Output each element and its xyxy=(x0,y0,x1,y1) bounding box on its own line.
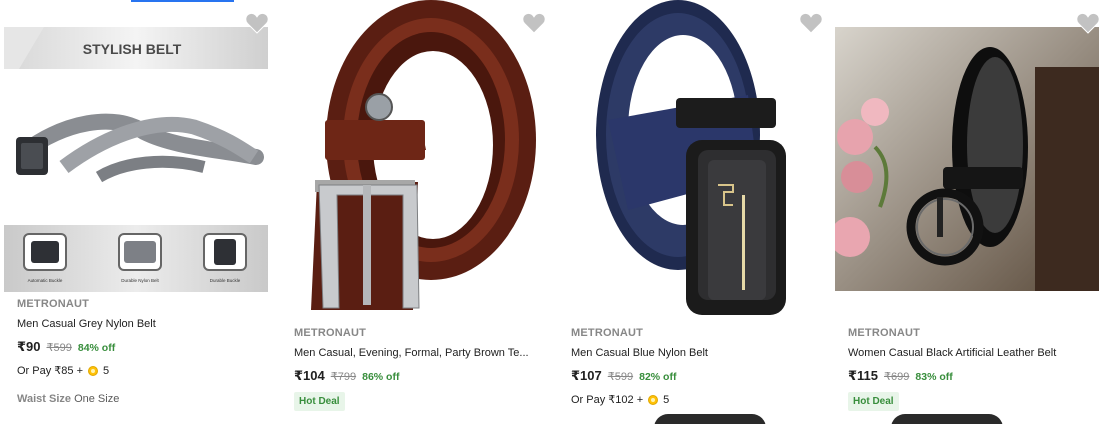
wishlist-heart-icon[interactable] xyxy=(1076,12,1100,34)
product-title[interactable]: Men Casual Blue Nylon Belt xyxy=(571,347,816,359)
product-title[interactable]: Women Casual Black Artificial Leather Be… xyxy=(848,347,1093,359)
product-info: METRONAUT Women Casual Black Artificial … xyxy=(848,327,1098,411)
product-card[interactable]: METRONAUT Men Casual Blue Nylon Belt ₹10… xyxy=(554,0,831,424)
product-price: ₹104 xyxy=(294,368,325,383)
product-brand: METRONAUT xyxy=(294,327,367,339)
product-title[interactable]: Men Casual Grey Nylon Belt xyxy=(17,318,262,330)
product-mrp: ₹699 xyxy=(884,371,910,383)
feature-label: Durable Nylon Belt xyxy=(121,278,159,283)
product-image[interactable] xyxy=(558,0,822,318)
supercoin-offer: Or Pay ₹85 + 5 xyxy=(17,364,267,378)
price-row: ₹104 ₹799 86% off xyxy=(294,368,544,384)
discount-label: 86% off xyxy=(362,371,400,383)
size-row: Waist Size One Size xyxy=(17,393,267,405)
product-card[interactable]: METRONAUT Women Casual Black Artificial … xyxy=(831,0,1102,424)
wishlist-heart-icon[interactable] xyxy=(245,12,269,34)
product-card[interactable]: STYLISH BELT Automatic Buckle Durable Ny… xyxy=(0,0,277,424)
supercoin-icon xyxy=(648,394,659,405)
product-image[interactable] xyxy=(835,27,1099,291)
product-brand: METRONAUT xyxy=(848,327,921,339)
wishlist-heart-icon[interactable] xyxy=(799,12,823,34)
feature-label: Automatic Buckle xyxy=(28,278,63,283)
hot-deal-badge: Hot Deal xyxy=(294,392,345,411)
product-mrp: ₹799 xyxy=(330,371,357,383)
size-value: One Size xyxy=(74,393,120,405)
product-info: METRONAUT Men Casual Grey Nylon Belt ₹90… xyxy=(17,298,267,405)
supercoin-offer: Or Pay ₹102 + 5 xyxy=(571,393,821,407)
feature-label: Durable Buckle xyxy=(210,278,241,283)
coin-count: 5 xyxy=(663,393,670,406)
product-info: METRONAUT Men Casual Blue Nylon Belt ₹10… xyxy=(571,327,821,406)
product-info: METRONAUT Men Casual, Evening, Formal, P… xyxy=(294,327,544,411)
discount-label: 82% off xyxy=(639,371,677,383)
banner-text: STYLISH BELT xyxy=(83,41,182,57)
or-pay-text: Or Pay ₹102 + xyxy=(571,394,644,406)
product-mrp: ₹599 xyxy=(46,342,72,354)
product-brand: METRONAUT xyxy=(17,298,90,310)
discount-label: 83% off xyxy=(915,371,953,383)
price-row: ₹107 ₹599 82% off xyxy=(571,368,821,384)
next-row-product-image xyxy=(654,414,766,424)
price-row: ₹115 ₹699 83% off xyxy=(848,368,1098,384)
product-mrp: ₹599 xyxy=(607,371,634,383)
product-price: ₹90 xyxy=(17,339,41,354)
discount-label: 84% off xyxy=(77,342,116,354)
next-row-product-image xyxy=(891,414,1003,424)
or-pay-text: Or Pay ₹85 + xyxy=(17,365,83,377)
product-brand: METRONAUT xyxy=(571,327,644,339)
product-price: ₹115 xyxy=(848,368,879,383)
supercoin-icon xyxy=(88,365,98,376)
product-card[interactable]: METRONAUT Men Casual, Evening, Formal, P… xyxy=(277,0,554,424)
product-image[interactable]: STYLISH BELT Automatic Buckle Durable Ny… xyxy=(4,27,268,292)
price-row: ₹90 ₹599 84% off xyxy=(17,339,267,355)
hot-deal-badge: Hot Deal xyxy=(848,392,899,411)
wishlist-heart-icon[interactable] xyxy=(522,12,546,34)
coin-count: 5 xyxy=(103,364,110,377)
product-title[interactable]: Men Casual, Evening, Formal, Party Brown… xyxy=(294,347,539,359)
product-image[interactable] xyxy=(281,0,545,318)
size-label: Waist Size xyxy=(17,393,71,405)
product-price: ₹107 xyxy=(571,368,602,383)
